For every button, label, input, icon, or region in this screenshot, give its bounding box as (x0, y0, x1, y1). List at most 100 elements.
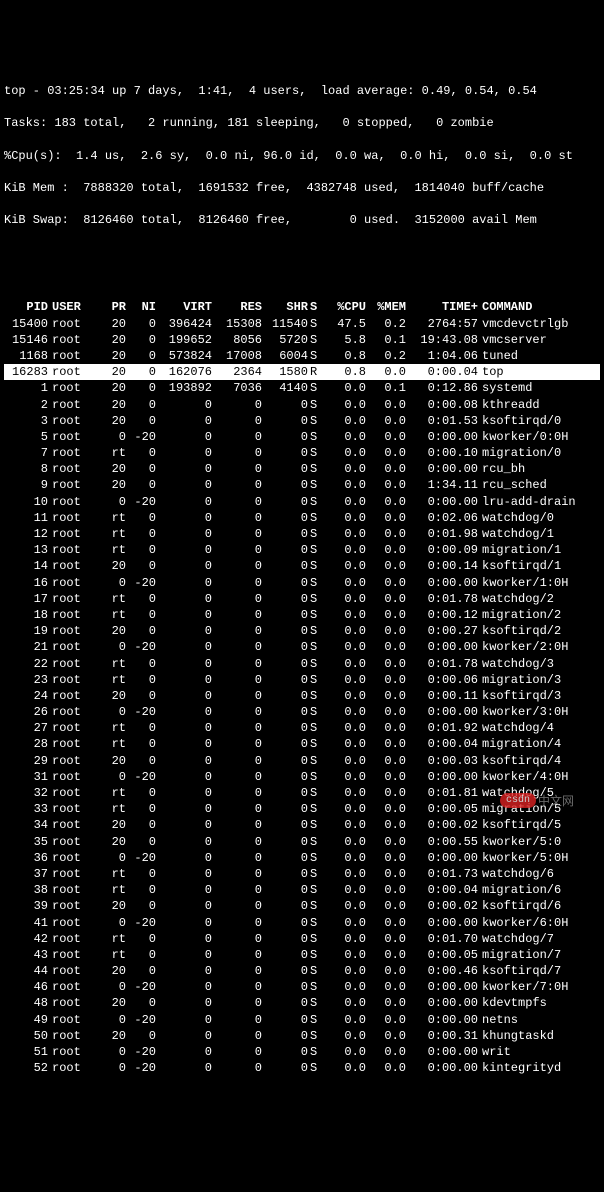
table-row[interactable]: 42rootrt0000S0.00.00:01.70watchdog/7 (4, 931, 600, 947)
table-row[interactable]: 5root0-20000S0.00.00:00.00kworker/0:0H (4, 429, 600, 445)
cell: root (48, 834, 96, 850)
table-row[interactable]: 34root200000S0.00.00:00.02ksoftirqd/5 (4, 817, 600, 833)
cell: 0 (212, 882, 262, 898)
cell: 0.0 (366, 834, 406, 850)
cell: 44 (4, 963, 48, 979)
table-row[interactable]: 8root200000S0.00.00:00.00rcu_bh (4, 461, 600, 477)
table-row[interactable]: 7rootrt0000S0.00.00:00.10migration/0 (4, 445, 600, 461)
cell: S (308, 316, 324, 332)
table-row[interactable]: 24root200000S0.00.00:00.11ksoftirqd/3 (4, 688, 600, 704)
table-row[interactable]: 46root0-20000S0.00.00:00.00kworker/7:0H (4, 979, 600, 995)
table-row[interactable]: 36root0-20000S0.00.00:00.00kworker/5:0H (4, 850, 600, 866)
cell: top (478, 364, 600, 380)
col-cpu[interactable]: %CPU (324, 299, 366, 315)
process-table[interactable]: PID USER PR NI VIRT RES SHR S %CPU %MEM … (4, 299, 600, 1076)
cell: 0 (262, 931, 308, 947)
table-row[interactable]: 9root200000S0.00.01:34.11rcu_sched (4, 477, 600, 493)
table-row[interactable]: 50root200000S0.00.00:00.31khungtaskd (4, 1028, 600, 1044)
summary-line-4: KiB Mem : 7888320 total, 1691532 free, 4… (4, 180, 600, 196)
table-row[interactable]: 31root0-20000S0.00.00:00.00kworker/4:0H (4, 769, 600, 785)
table-row[interactable]: 12rootrt0000S0.00.00:01.98watchdog/1 (4, 526, 600, 542)
cell: 0.0 (366, 801, 406, 817)
table-row[interactable]: 2root200000S0.00.00:00.08kthreadd (4, 397, 600, 413)
table-row[interactable]: 32rootrt0000S0.00.00:01.81watchdog/5 (4, 785, 600, 801)
col-time[interactable]: TIME+ (406, 299, 478, 315)
cell: S (308, 720, 324, 736)
cell: 0.0 (324, 688, 366, 704)
table-row[interactable]: 38rootrt0000S0.00.00:00.04migration/6 (4, 882, 600, 898)
cell: ksoftirqd/7 (478, 963, 600, 979)
table-row[interactable]: 39root200000S0.00.00:00.02ksoftirqd/6 (4, 898, 600, 914)
cell: watchdog/2 (478, 591, 600, 607)
cell: 0 (96, 1060, 126, 1076)
cell: 0 (212, 995, 262, 1011)
cell: 47.5 (324, 316, 366, 332)
cell: rt (96, 591, 126, 607)
table-row[interactable]: 29root200000S0.00.00:00.03ksoftirqd/4 (4, 753, 600, 769)
col-user[interactable]: USER (48, 299, 96, 315)
cell: 14 (4, 558, 48, 574)
table-row[interactable]: 10root0-20000S0.00.00:00.00lru-add-drain (4, 494, 600, 510)
cell: S (308, 477, 324, 493)
table-row[interactable]: 41root0-20000S0.00.00:00.00kworker/6:0H (4, 915, 600, 931)
cell: 0:00.00 (406, 915, 478, 931)
table-row[interactable]: 15400root2003964241530811540S47.50.22764… (4, 316, 600, 332)
table-row[interactable]: 19root200000S0.00.00:00.27ksoftirqd/2 (4, 623, 600, 639)
cell: S (308, 915, 324, 931)
table-row[interactable]: 51root0-20000S0.00.00:00.00writ (4, 1044, 600, 1060)
col-cmd[interactable]: COMMAND (478, 299, 600, 315)
table-row[interactable]: 49root0-20000S0.00.00:00.00netns (4, 1012, 600, 1028)
table-row[interactable]: 11rootrt0000S0.00.00:02.06watchdog/0 (4, 510, 600, 526)
cell: 0 (156, 801, 212, 817)
col-pid[interactable]: PID (4, 299, 48, 315)
table-row[interactable]: 17rootrt0000S0.00.00:01.78watchdog/2 (4, 591, 600, 607)
table-row[interactable]: 35root200000S0.00.00:00.55kworker/5:0 (4, 834, 600, 850)
cell: 0 (156, 720, 212, 736)
table-row[interactable]: 26root0-20000S0.00.00:00.00kworker/3:0H (4, 704, 600, 720)
cell: S (308, 995, 324, 1011)
table-row[interactable]: 1168root200573824170086004S0.80.21:04.06… (4, 348, 600, 364)
table-header-row[interactable]: PID USER PR NI VIRT RES SHR S %CPU %MEM … (4, 299, 600, 315)
table-row[interactable]: 21root0-20000S0.00.00:00.00kworker/2:0H (4, 639, 600, 655)
col-res[interactable]: RES (212, 299, 262, 315)
cell: 0:00.05 (406, 947, 478, 963)
table-row[interactable]: 16root0-20000S0.00.00:00.00kworker/1:0H (4, 575, 600, 591)
cell: 1168 (4, 348, 48, 364)
cell: 0 (156, 445, 212, 461)
cell: migration/1 (478, 542, 600, 558)
table-row[interactable]: 48root200000S0.00.00:00.00kdevtmpfs (4, 995, 600, 1011)
cell: root (48, 898, 96, 914)
table-row[interactable]: 27rootrt0000S0.00.00:01.92watchdog/4 (4, 720, 600, 736)
col-s[interactable]: S (308, 299, 324, 315)
table-row[interactable]: 3root200000S0.00.00:01.53ksoftirqd/0 (4, 413, 600, 429)
table-row[interactable]: 18rootrt0000S0.00.00:00.12migration/2 (4, 607, 600, 623)
col-shr[interactable]: SHR (262, 299, 308, 315)
table-row[interactable]: 23rootrt0000S0.00.00:00.06migration/3 (4, 672, 600, 688)
cell: 2764:57 (406, 316, 478, 332)
table-row[interactable]: 15146root20019965280565720S5.80.119:43.0… (4, 332, 600, 348)
cell: 0 (156, 979, 212, 995)
table-row[interactable]: 16283root20016207623641580R0.80.00:00.04… (4, 364, 600, 380)
table-row[interactable]: 43rootrt0000S0.00.00:00.05migration/7 (4, 947, 600, 963)
table-row[interactable]: 22rootrt0000S0.00.00:01.78watchdog/3 (4, 656, 600, 672)
table-row[interactable]: 14root200000S0.00.00:00.14ksoftirqd/1 (4, 558, 600, 574)
cell: 20 (96, 834, 126, 850)
table-row[interactable]: 33rootrt0000S0.00.00:00.05migration/5 (4, 801, 600, 817)
cell: 39 (4, 898, 48, 914)
cell: root (48, 672, 96, 688)
cell: 0 (212, 834, 262, 850)
col-ni[interactable]: NI (126, 299, 156, 315)
cell: 11 (4, 510, 48, 526)
cell: 0:01.78 (406, 591, 478, 607)
table-row[interactable]: 44root200000S0.00.00:00.46ksoftirqd/7 (4, 963, 600, 979)
cell: S (308, 332, 324, 348)
table-row[interactable]: 1root20019389270364140S0.00.10:12.86syst… (4, 380, 600, 396)
table-row[interactable]: 13rootrt0000S0.00.00:00.09migration/1 (4, 542, 600, 558)
col-pr[interactable]: PR (96, 299, 126, 315)
col-mem[interactable]: %MEM (366, 299, 406, 315)
table-row[interactable]: 28rootrt0000S0.00.00:00.04migration/4 (4, 736, 600, 752)
table-row[interactable]: 52root0-20000S0.00.00:00.00kintegrityd (4, 1060, 600, 1076)
table-row[interactable]: 37rootrt0000S0.00.00:01.73watchdog/6 (4, 866, 600, 882)
cell: S (308, 461, 324, 477)
col-virt[interactable]: VIRT (156, 299, 212, 315)
